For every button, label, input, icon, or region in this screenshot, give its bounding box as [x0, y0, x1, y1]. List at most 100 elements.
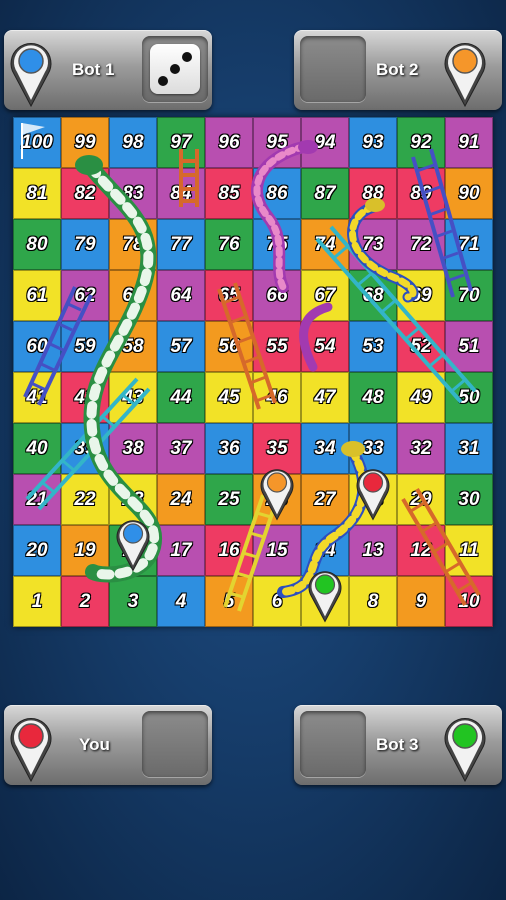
board-cell: 11	[445, 525, 493, 576]
cell-number: 98	[122, 131, 144, 153]
cell-number: 99	[74, 131, 96, 153]
cell-number: 27	[314, 488, 336, 510]
cell-number: 60	[26, 335, 48, 357]
board-cell: 53	[349, 321, 397, 372]
cell-number: 37	[170, 437, 192, 459]
board-cell: 75	[253, 219, 301, 270]
dice-three-icon	[150, 44, 200, 94]
board-cell: 52	[397, 321, 445, 372]
cell-number: 92	[410, 131, 432, 153]
board-cell: 85	[205, 168, 253, 219]
cell-number: 53	[362, 335, 384, 357]
bot3-pin-icon	[444, 718, 486, 783]
cell-number: 86	[266, 182, 288, 204]
board-cell: 37	[157, 423, 205, 474]
cell-number: 35	[266, 437, 288, 459]
board-cell: 13	[349, 525, 397, 576]
board-cell: 43	[109, 372, 157, 423]
cell-number: 19	[74, 539, 96, 561]
cell-number: 93	[362, 131, 384, 153]
board-cell: 42	[61, 372, 109, 423]
board-cell: 77	[157, 219, 205, 270]
board-cell: 30	[445, 474, 493, 525]
board-cell: 71	[445, 219, 493, 270]
cell-number: 18	[122, 539, 144, 561]
board-cell: 95	[253, 117, 301, 168]
board-cell: 91	[445, 117, 493, 168]
cell-number: 29	[410, 488, 432, 510]
board-cell: 26	[253, 474, 301, 525]
cell-number: 22	[74, 488, 96, 510]
board-cell: 15	[253, 525, 301, 576]
cell-number: 6	[271, 590, 283, 612]
board-cell: 83	[109, 168, 157, 219]
board-cell: 9	[397, 576, 445, 627]
board-cell: 56	[205, 321, 253, 372]
board-cell: 7	[301, 576, 349, 627]
board-cell: 3	[109, 576, 157, 627]
board-cell: 67	[301, 270, 349, 321]
cell-number: 24	[170, 488, 192, 510]
cell-number: 11	[459, 539, 479, 561]
cell-number: 73	[362, 233, 384, 255]
board-cell: 39	[61, 423, 109, 474]
board-cell: 1	[13, 576, 61, 627]
cell-number: 72	[410, 233, 432, 255]
cell-number: 26	[266, 488, 288, 510]
cell-number: 13	[362, 539, 384, 561]
cell-number: 61	[26, 284, 48, 306]
player-panel-bot3: Bot 3	[294, 705, 502, 785]
board-cell: 22	[61, 474, 109, 525]
board-cell: 55	[253, 321, 301, 372]
board-cell: 48	[349, 372, 397, 423]
cell-number: 54	[314, 335, 336, 357]
board-cell: 81	[13, 168, 61, 219]
cell-number: 31	[458, 437, 480, 459]
cell-number: 21	[26, 488, 48, 510]
bot1-pin-icon	[10, 43, 52, 108]
cell-number: 71	[458, 233, 480, 255]
cell-number: 58	[122, 335, 144, 357]
cell-number: 81	[26, 182, 48, 204]
bot1-name: Bot 1	[72, 60, 115, 79]
cell-number: 48	[362, 386, 384, 408]
board-cell: 23	[109, 474, 157, 525]
board-cell: 70	[445, 270, 493, 321]
player-panel-bot1: Bot 1	[4, 30, 212, 110]
board-cell: 36	[205, 423, 253, 474]
you-dice-slot[interactable]	[142, 711, 208, 777]
board-cell: 45	[205, 372, 253, 423]
board-cell: 10	[445, 576, 493, 627]
cell-number: 87	[314, 182, 336, 204]
cell-number: 30	[458, 488, 480, 510]
cell-number: 57	[170, 335, 192, 357]
board-cell: 99	[61, 117, 109, 168]
cell-number: 64	[170, 284, 192, 306]
board-cell: 17	[157, 525, 205, 576]
cell-number: 2	[79, 590, 91, 612]
board-cell: 31	[445, 423, 493, 474]
board-cell: 69	[397, 270, 445, 321]
bot3-name: Bot 3	[376, 735, 419, 754]
board-cell: 49	[397, 372, 445, 423]
game-board: 100 99 98 97 96 95 94 93 92 91 81 82 83 84 85 86 87 88 89 9…	[13, 117, 493, 627]
cell-number: 38	[122, 437, 144, 459]
board-cell: 64	[157, 270, 205, 321]
cell-number: 7	[319, 590, 331, 612]
cell-number: 16	[218, 539, 240, 561]
board-cell: 25	[205, 474, 253, 525]
cell-number: 88	[362, 182, 384, 204]
cell-number: 42	[74, 386, 96, 408]
board-cell: 16	[205, 525, 253, 576]
cell-number: 90	[458, 182, 480, 204]
board-cell: 93	[349, 117, 397, 168]
cell-number: 45	[218, 386, 240, 408]
board-cell: 27	[301, 474, 349, 525]
board-cell: 60	[13, 321, 61, 372]
board-cell: 2	[61, 576, 109, 627]
cell-number: 59	[74, 335, 96, 357]
bot2-name: Bot 2	[376, 60, 419, 79]
board-cell: 38	[109, 423, 157, 474]
board-cell: 35	[253, 423, 301, 474]
cell-number: 84	[170, 182, 192, 204]
